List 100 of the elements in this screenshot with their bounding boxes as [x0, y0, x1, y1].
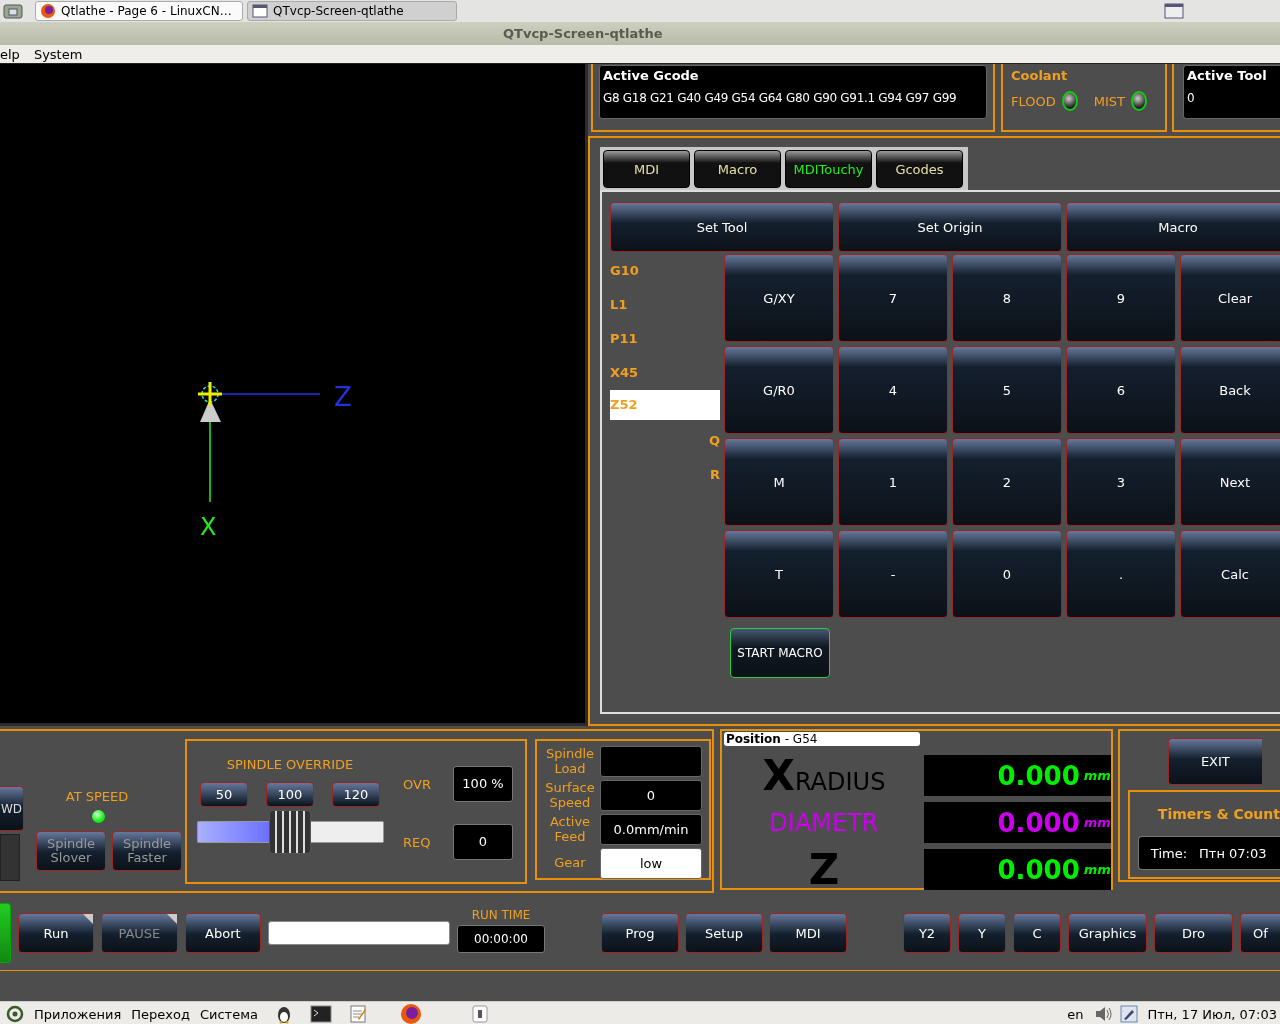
view-button[interactable]: Y	[958, 913, 1006, 953]
mode-button[interactable]: Set Tool	[610, 202, 834, 252]
keypad-key[interactable]: M	[724, 438, 834, 526]
preset-button[interactable]: 50	[200, 782, 248, 807]
toolpath-view[interactable]: Z X	[0, 64, 585, 723]
keypad-key[interactable]: Next	[1180, 438, 1280, 526]
spindle-override-title: SPINDLE OVERRIDE	[226, 757, 354, 772]
keyboard-layout[interactable]: en	[1067, 1006, 1084, 1022]
view-button[interactable]: Dro	[1154, 913, 1233, 953]
view-button[interactable]: Of	[1240, 913, 1280, 953]
reading-label: OVR	[403, 776, 432, 792]
taskbar-window-tab[interactable]: Qtlathe - Page 6 - LinuxCN…	[35, 1, 243, 21]
parameter-label[interactable]: R	[610, 458, 720, 492]
keypad-key[interactable]: G/XY	[724, 254, 834, 342]
keypad-key[interactable]: -	[838, 530, 948, 618]
page-button[interactable]: Setup	[685, 913, 763, 953]
slider-handle[interactable]	[269, 810, 311, 854]
view-button[interactable]: C	[1013, 913, 1061, 953]
keypad-key[interactable]: G/R0	[724, 346, 834, 434]
tab[interactable]: Gcodes	[876, 150, 963, 188]
browser-icon[interactable]	[399, 1003, 422, 1024]
axis-value: 0.000	[997, 760, 1080, 791]
axis-value: 0.000	[997, 807, 1080, 838]
taskbar-window-tab[interactable]: QTvcp-Screen-qtlathe	[247, 1, 457, 21]
timers-title: Timers & Count	[1157, 806, 1280, 822]
preset-button[interactable]: 100	[266, 782, 314, 807]
menu-item[interactable]: elp	[0, 46, 20, 62]
page-button[interactable]: Prog	[601, 913, 679, 953]
speaker-icon[interactable]	[1093, 1005, 1114, 1023]
reading-label: REQ	[403, 834, 432, 850]
parameter-label[interactable]: G10	[610, 254, 720, 288]
start-macro-button[interactable]: START MACRO	[730, 628, 830, 678]
keypad-key[interactable]: Back	[1180, 346, 1280, 434]
spindle-speed-button[interactable]: Spindle Slover	[36, 831, 106, 871]
exit-button[interactable]: EXIT	[1167, 738, 1262, 785]
page-button[interactable]: MDI	[769, 913, 847, 953]
mode-button[interactable]: Macro	[1066, 202, 1280, 252]
keypad-key[interactable]: 3	[1066, 438, 1176, 526]
parameter-label[interactable]: L1	[610, 288, 720, 322]
tool-number: 0	[1187, 91, 1196, 105]
spindle-direction-button[interactable]: WD	[0, 786, 24, 831]
view-button[interactable]: Y2	[903, 913, 951, 953]
mode-button[interactable]: Set Origin	[838, 202, 1062, 252]
axis-mode-label: DIAMETR	[769, 808, 879, 837]
keypad-key[interactable]: T	[724, 530, 834, 618]
axis-mode-label: RADIUS	[794, 768, 886, 796]
tab[interactable]: MDITouchy	[785, 150, 872, 188]
keypad-key[interactable]: 0	[952, 530, 1062, 618]
parameter-label[interactable]: X45	[610, 356, 720, 390]
parameter-label[interactable]: P11	[610, 322, 720, 356]
gcode-list: G8 G18 G21 G40 G49 G54 G64 G80 G90 G91.1 G94 G97 G99	[603, 91, 983, 105]
coolant-label: MIST	[1093, 93, 1125, 109]
keypad-key[interactable]: 6	[1066, 346, 1176, 434]
reading-value: 0	[453, 824, 513, 860]
at-speed-label: AT SPEED	[65, 789, 129, 804]
clock[interactable]: Птн, 17 Июл, 07:03	[1147, 1006, 1277, 1022]
x-axis-label: X	[200, 513, 217, 541]
panel-menu[interactable]: Приложения	[34, 1006, 122, 1022]
terminal-icon[interactable]	[309, 1005, 332, 1023]
keypad-key[interactable]: Clear	[1180, 254, 1280, 342]
run-time-label: RUN TIME	[471, 907, 531, 922]
keypad-key[interactable]: 2	[952, 438, 1062, 526]
spindle-display	[0, 834, 20, 881]
keypad-key[interactable]: 5	[952, 346, 1062, 434]
action-button[interactable]: Run	[17, 913, 95, 953]
panel-title: Coolant	[1011, 68, 1069, 83]
tab[interactable]: MDI	[603, 150, 690, 188]
distro-logo-icon[interactable]	[6, 1005, 24, 1023]
unit-label: mm	[1083, 862, 1111, 877]
text-editor-icon[interactable]	[347, 1004, 368, 1024]
panel-menu[interactable]: Переход	[131, 1006, 190, 1022]
keypad-key[interactable]: 4	[838, 346, 948, 434]
keypad-key[interactable]: Calc	[1180, 530, 1280, 618]
pen-icon[interactable]	[1119, 1005, 1138, 1023]
keypad-key[interactable]: 9	[1066, 254, 1176, 342]
info-label: Spindle Load	[544, 747, 596, 776]
parameter-label[interactable]: Q	[610, 424, 720, 458]
keypad-key[interactable]: 1	[838, 438, 948, 526]
spindle-speed-button[interactable]: Spindle Faster	[112, 831, 182, 871]
action-button[interactable]: Abort	[184, 913, 262, 953]
preset-button[interactable]: 120	[332, 782, 380, 807]
z-axis-label: Z	[334, 382, 352, 412]
reading-value: 100 %	[453, 766, 513, 802]
keypad-key[interactable]: .	[1066, 530, 1176, 618]
keypad-key[interactable]: 8	[952, 254, 1062, 342]
tab[interactable]: Macro	[694, 150, 781, 188]
slider-track[interactable]	[311, 821, 384, 843]
info-value: 0	[600, 780, 702, 811]
coolant-label: FLOOD	[1011, 93, 1056, 109]
info-label: Active Feed	[548, 815, 592, 844]
time-value: Птн 07:03	[1199, 845, 1267, 861]
keypad-key[interactable]: 7	[838, 254, 948, 342]
show-desktop-icon[interactable]	[1163, 2, 1185, 20]
panel-menu[interactable]: Система	[199, 1006, 258, 1022]
menu-item[interactable]: System	[33, 46, 83, 62]
view-button[interactable]: Graphics	[1068, 913, 1147, 953]
position-header: Position - G54	[723, 732, 920, 746]
info-label: Gear	[553, 856, 587, 871]
file-manager-icon[interactable]	[3, 2, 23, 20]
window-list-icon[interactable]	[471, 1005, 488, 1023]
